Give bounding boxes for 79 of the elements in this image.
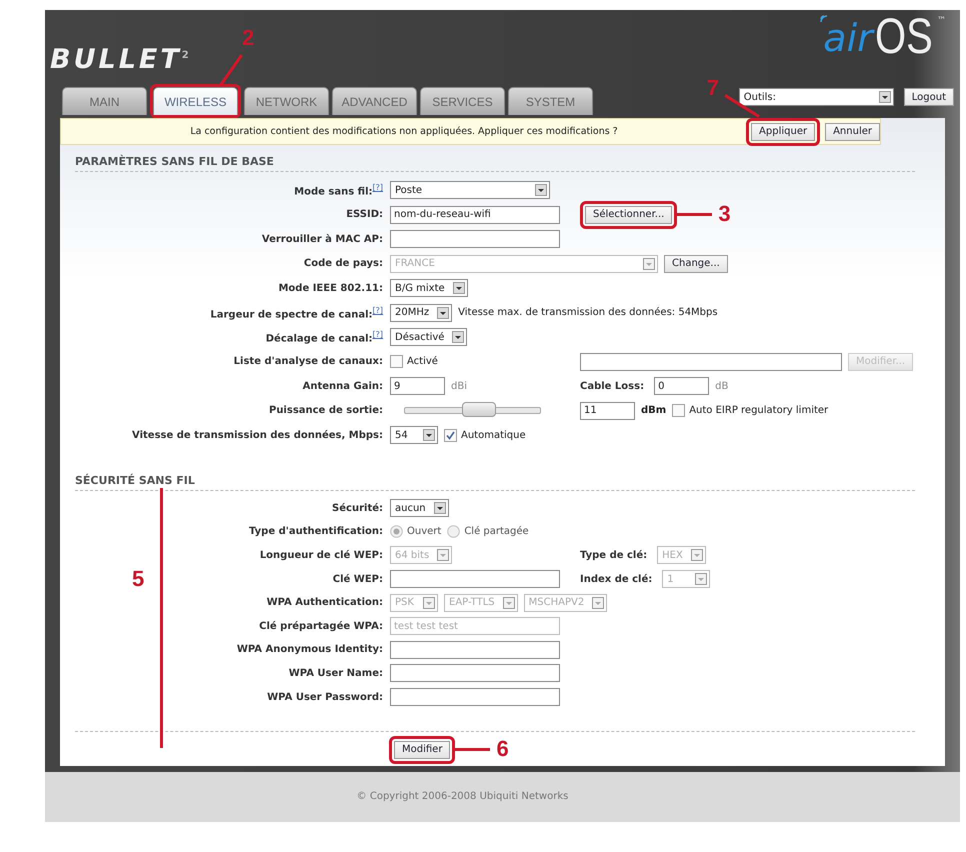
input-field[interactable]: [390, 570, 560, 588]
tools-dropdown[interactable]: Outils:: [738, 88, 894, 106]
notice-text: La configuration contient des modifications non appliquées. Appliquer ces modifications ?: [189, 126, 619, 137]
field-label: Antenna Gain:: [302, 380, 383, 392]
radio-label: Clé partagée: [464, 526, 529, 538]
logout-button[interactable]: Logout: [904, 88, 954, 106]
input-field[interactable]: [390, 664, 560, 682]
callout-number: 5: [132, 566, 144, 592]
input-field[interactable]: 0: [654, 377, 710, 396]
input-field[interactable]: 11: [580, 402, 635, 420]
help-link[interactable]: [?]: [372, 306, 383, 315]
field-label: Longueur de clé WEP:: [260, 550, 383, 561]
field-label: Clé WEP:: [332, 574, 383, 585]
checkbox[interactable]: [444, 428, 457, 442]
brand-logo: airOS™: [819, 10, 946, 62]
callout-number: 2: [242, 27, 254, 49]
field-label: Type d'authentification:: [249, 526, 383, 538]
input-field[interactable]: nom-du-reseau-wifi: [390, 206, 560, 224]
dropdown[interactable]: Désactivé: [390, 328, 468, 346]
cancel-button[interactable]: Annuler: [825, 122, 880, 140]
field-label: Clé prépartagée WPA:: [259, 620, 383, 632]
help-link[interactable]: [?]: [372, 330, 383, 340]
field-label: Mode sans fil:: [294, 186, 372, 198]
unit-label: dBi: [451, 380, 467, 392]
field-label: Sécurité:: [332, 502, 383, 514]
dropdown[interactable]: 20MHz: [390, 304, 452, 322]
dropdown[interactable]: Poste: [390, 181, 550, 200]
input-field[interactable]: [390, 688, 560, 706]
field-label: Décalage de canal:: [266, 333, 372, 344]
submit-button[interactable]: Modifier: [394, 740, 450, 759]
field-label: Mode IEEE 802.11:: [278, 282, 383, 294]
unit-label: dB: [715, 380, 728, 392]
info-text: Vitesse max. de transmission des données: 54Mbps: [458, 307, 718, 318]
dropdown[interactable]: B/G mixte: [390, 279, 468, 298]
field-label: Puissance de sortie:: [268, 405, 383, 416]
slider-thumb[interactable]: [462, 402, 496, 418]
help-link[interactable]: [?]: [372, 183, 383, 192]
field-label: Type de clé:: [580, 550, 648, 561]
nav-tab[interactable]: NETWORK: [244, 87, 329, 115]
field-label: Liste d'analyse de canaux:: [234, 356, 383, 368]
field-label: Largeur de spectre de canal:: [210, 308, 372, 320]
field-label: WPA User Name:: [288, 668, 383, 679]
field-label: WPA Authentication:: [266, 597, 383, 608]
section-title: PARAMÈTRES SANS FIL DE BASE: [74, 154, 275, 170]
field-label: Verrouiller à MAC AP:: [262, 234, 383, 245]
field-label: Vitesse de transmission des données, Mbps:: [132, 430, 383, 441]
unit-label: dBm: [641, 405, 666, 416]
section-title: SÉCURITÉ SANS FIL: [74, 472, 196, 488]
checkbox-label: Automatique: [461, 430, 526, 441]
field-label: Cable Loss:: [580, 380, 644, 392]
callout-number: 7: [706, 76, 720, 98]
checkbox[interactable]: [672, 404, 686, 418]
callout-number: 3: [718, 202, 731, 225]
product-logo: BULLET$^{2}$: [50, 44, 189, 75]
dropdown[interactable]: aucun: [390, 499, 449, 518]
input-field[interactable]: 9: [390, 377, 445, 396]
input-field[interactable]: [390, 640, 560, 659]
field-label: ESSID:: [346, 209, 383, 220]
dropdown[interactable]: 54: [390, 426, 438, 444]
checkbox[interactable]: [390, 355, 403, 368]
form-button[interactable]: Sélectionner...: [585, 206, 672, 224]
form-button[interactable]: Change...: [664, 254, 728, 273]
nav-tab[interactable]: MAIN: [62, 87, 147, 115]
field-label: WPA User Password:: [267, 692, 383, 703]
field-label: Code de pays:: [304, 258, 383, 270]
checkbox-label: Auto EIRP regulatory limiter: [689, 405, 828, 416]
nav-tab[interactable]: SYSTEM: [508, 87, 593, 115]
apply-button[interactable]: Appliquer: [751, 122, 816, 140]
input-field[interactable]: [390, 230, 560, 248]
nav-tab[interactable]: WIRELESS: [153, 87, 238, 115]
nav-tab[interactable]: ADVANCED: [332, 87, 417, 115]
radio-label: Ouvert: [407, 526, 442, 538]
input-field[interactable]: [580, 352, 842, 371]
field-label: WPA Anonymous Identity:: [236, 644, 383, 656]
copyright-text: © Copyright 2006-2008 Ubiquiti Networks: [356, 791, 568, 802]
field-label: Index de clé:: [580, 574, 652, 585]
callout-number: 6: [496, 738, 509, 760]
checkbox-label: Activé: [407, 356, 438, 368]
nav-tab[interactable]: SERVICES: [420, 87, 505, 115]
